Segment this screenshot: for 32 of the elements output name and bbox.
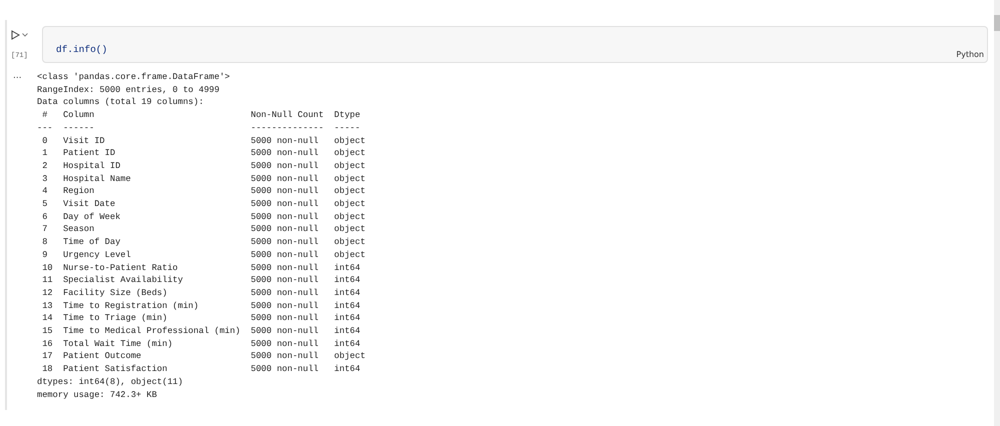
run-icon[interactable] [11, 30, 20, 40]
output-line: 17 Patient Outcome 5000 non-null object [41, 351, 366, 362]
output-line: 0 Visit ID 5000 non-null object [41, 136, 366, 146]
output-line: 4 Region 5000 non-null object [41, 186, 366, 196]
output-line: <class 'pandas.core.frame.DataFrame'> [37, 72, 230, 82]
output-line: 15 Time to Medical Professional (min) 5000 non-null int64 [41, 326, 360, 336]
output-line: 8 Time of Day 5000 non-null object [41, 237, 366, 248]
output-line: 14 Time to Triage (min) 5000 non-null int64 [41, 313, 360, 324]
code-cell[interactable]: df.info() Python [42, 26, 988, 63]
output-line: RangeIndex: 5000 entries, 0 to 4999 [37, 84, 220, 95]
output-line: --- ------ -------------- ----- [37, 122, 360, 133]
output-line: 9 Urgency Level 5000 non-null object [41, 250, 366, 260]
output-line: 18 Patient Satisfaction 5000 non-null int64 [41, 364, 360, 374]
output-line: 7 Season 5000 non-null object [41, 224, 366, 234]
language-label[interactable]: Python [956, 49, 984, 61]
output-menu[interactable]: ... [7, 71, 37, 402]
output-line: 3 Hospital Name 5000 non-null object [41, 174, 366, 184]
output-line: # Column Non-Null Count Dtype [41, 110, 360, 120]
output-line: 2 Hospital ID 5000 non-null object [41, 160, 366, 171]
output-line: 11 Specialist Availability 5000 non-null int64 [41, 275, 360, 286]
output-line: 12 Facility Size (Beds) 5000 non-null int64 [41, 288, 360, 298]
output-line: 10 Nurse-to-Patient Ratio 5000 non-null int64 [41, 262, 360, 273]
output-line: Data columns (total 19 columns): [37, 97, 204, 108]
output-line: 5 Visit Date 5000 non-null object [41, 199, 366, 210]
chevron-down-icon[interactable] [22, 33, 28, 37]
output-line: 1 Patient ID 5000 non-null object [41, 148, 366, 158]
output-line: 13 Time to Registration (min) 5000 non-null int64 [41, 300, 360, 311]
scrollbar[interactable] [994, 0, 1000, 426]
output-line: dtypes: int64(8), object(11) [37, 376, 183, 387]
output-line: 6 Day of Week 5000 non-null object [41, 212, 366, 222]
output-line: memory usage: 742.3+ KB [37, 390, 157, 400]
output-line: 16 Total Wait Time (min) 5000 non-null int64 [41, 338, 360, 349]
